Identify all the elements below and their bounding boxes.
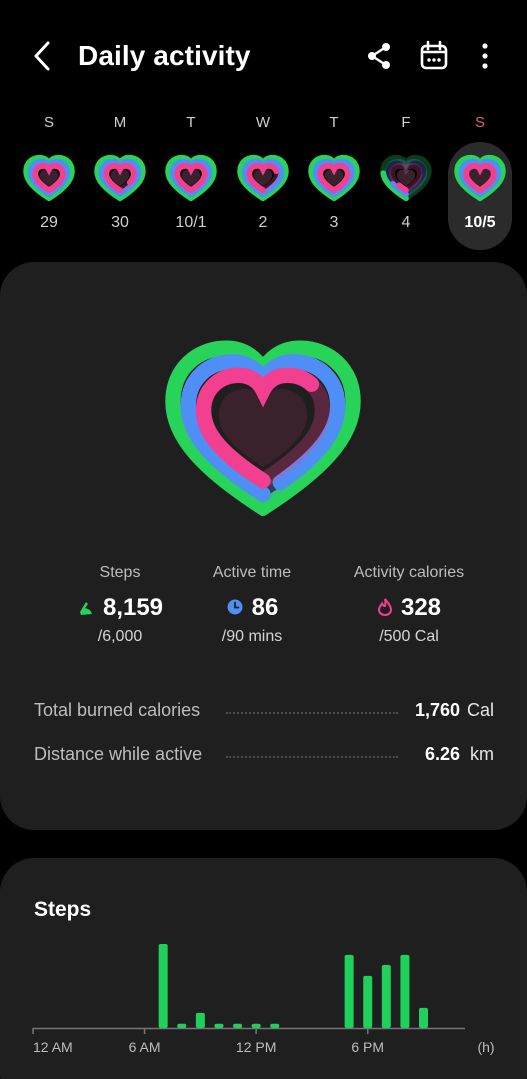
more-options-button[interactable] (470, 40, 500, 72)
mini-activity-heart (454, 154, 506, 202)
x-unit-label: (h) (477, 1039, 494, 1055)
day-of-week-label: T (329, 114, 339, 131)
activity-summary-card: Steps 8,159 /6,000 Active time 86 /90 mi… (0, 262, 527, 830)
day-4[interactable]: F4 (374, 108, 438, 246)
x-tick-label: 12 AM (33, 1039, 73, 1055)
distance-unit: km (470, 744, 494, 764)
steps-bar (177, 1023, 187, 1028)
mini-activity-heart (237, 154, 289, 202)
steps-bar (158, 944, 168, 1028)
x-tick-label: 6 AM (129, 1039, 161, 1055)
day-date-label: 30 (111, 214, 129, 231)
chevron-left-icon (34, 41, 50, 71)
day-date-label: 3 (329, 214, 339, 231)
day-date-label: 2 (258, 214, 268, 231)
total-burned-value: 1,760 (414, 700, 460, 720)
steps-bar-chart: 12 AM 6 AM 12 PM 6 PM (h) (32, 944, 495, 1055)
mini-activity-heart (308, 154, 360, 202)
page-title: Daily activity (78, 40, 251, 71)
steps-value: 8,159 (102, 594, 164, 621)
dotted-divider (226, 756, 398, 758)
distance-value: 6.26 (424, 744, 460, 764)
mini-activity-heart (380, 154, 432, 202)
active-time-stat[interactable]: Active time 86 /90 mins (167, 564, 337, 646)
steps-bar (400, 954, 410, 1028)
dotted-divider (226, 712, 398, 714)
x-tick-label: 12 PM (236, 1039, 276, 1055)
share-button[interactable] (364, 40, 394, 72)
steps-bar (233, 1023, 243, 1028)
steps-bar (251, 1023, 261, 1028)
activity-rings-heart (165, 340, 361, 516)
day-of-week-label: T (186, 114, 196, 131)
calendar-button[interactable] (419, 40, 449, 72)
steps-card-title: Steps (34, 898, 92, 921)
steps-bar (270, 1023, 280, 1028)
back-button[interactable] (28, 38, 60, 74)
activity-calories-value: 328 (400, 594, 442, 621)
mini-activity-heart (165, 154, 217, 202)
steps-bar (381, 965, 391, 1028)
steps-bar (419, 1007, 429, 1028)
day-of-week-label: S (43, 114, 54, 131)
day-of-week-label: W (255, 114, 271, 131)
total-burned-label: Total burned calories (34, 700, 201, 720)
top-app-bar: Daily activity (0, 0, 527, 112)
day-date-label: 29 (40, 214, 58, 231)
activity-calories-stat[interactable]: Activity calories 328 /500 Cal (324, 564, 494, 646)
share-icon (368, 43, 390, 69)
total-burned-row: Total burned calories 1,760 Cal (34, 700, 494, 724)
day-30[interactable]: M 30 (88, 108, 152, 246)
day-10-5[interactable]: S10/5 (448, 142, 512, 250)
activity-calories-goal: /500 Cal (379, 628, 439, 645)
day-29[interactable]: S 29 (17, 108, 81, 246)
steps-chart-card[interactable]: Steps 12 AM 6 AM 12 PM 6 PM (h) (0, 858, 527, 1079)
clock-icon (227, 599, 243, 615)
day-date-label: 4 (401, 214, 411, 231)
selected-day-of-week-label: S (474, 114, 485, 131)
active-time-value: 86 (251, 594, 279, 621)
steps-bar (344, 954, 354, 1028)
steps-bar (363, 975, 373, 1028)
active-time-goal: /90 mins (221, 628, 283, 645)
mini-activity-heart (23, 154, 75, 202)
day-date-label: 10/5 (464, 214, 496, 231)
total-burned-unit: Cal (466, 700, 494, 720)
calendar-icon (420, 40, 448, 70)
day-of-week-label: M (113, 114, 127, 131)
steps-bar (195, 1012, 205, 1028)
flame-icon (377, 598, 392, 616)
distance-label: Distance while active (34, 744, 203, 764)
more-vert-icon (482, 43, 488, 69)
x-tick-label: 6 PM (351, 1039, 384, 1055)
day-of-week-label: F (401, 114, 411, 131)
day-3[interactable]: T3 (302, 108, 366, 246)
steps-bar (214, 1023, 224, 1028)
shoe-icon (79, 601, 92, 615)
mini-activity-heart (94, 154, 146, 202)
active-time-label: Active time (212, 564, 292, 581)
week-strip: S29M30T10/1W2T3F4S10/5S (0, 108, 527, 250)
day-date-label: 10/1 (175, 214, 207, 231)
activity-calories-label: Activity calories (353, 564, 465, 581)
distance-row: Distance while active 6.26 km (34, 744, 494, 768)
day-10-1[interactable]: T 10/1 (159, 108, 223, 246)
day-2[interactable]: W2 (231, 108, 295, 246)
